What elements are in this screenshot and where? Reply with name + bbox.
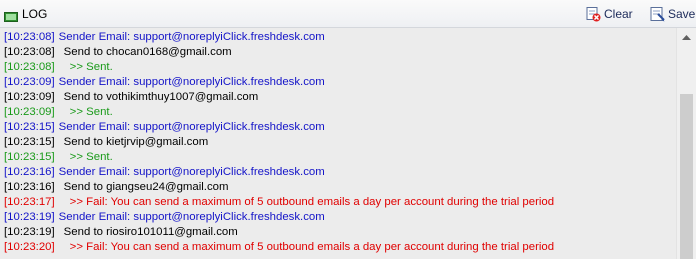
log-message: Send to kietjrvip@gmail.com: [63, 136, 209, 148]
log-timestamp: [10:23:15]: [4, 136, 55, 148]
save-icon: [649, 6, 665, 22]
log-line: [10:23:08] >> Sent.: [4, 60, 113, 75]
log-line: [10:23:20] >> Fail: You can send a maximu…: [4, 240, 554, 255]
log-message: >> Fail: You can send a maximum of 5 out…: [69, 241, 555, 253]
log-timestamp: [10:23:20]: [4, 241, 55, 253]
log-line: [10:23:09] >> Sent.: [4, 105, 113, 120]
clear-button[interactable]: Clear: [585, 5, 633, 23]
clear-button-label: Clear: [604, 7, 633, 21]
log-timestamp: [10:23:15]: [4, 151, 55, 163]
clear-icon: [585, 6, 601, 22]
log-timestamp: [10:23:09]: [4, 76, 55, 88]
log-timestamp: [10:23:19]: [4, 226, 55, 238]
scrollbar-thumb[interactable]: [680, 94, 693, 259]
log-message: Sender Email: support@noreplyiClick.fres…: [58, 211, 325, 223]
log-timestamp: [10:23:16]: [4, 181, 55, 193]
log-timestamp: [10:23:16]: [4, 166, 55, 178]
log-timestamp: [10:23:09]: [4, 91, 55, 103]
log-line: [10:23:19] Sender Email: support@noreplyi…: [4, 210, 325, 225]
log-timestamp: [10:23:08]: [4, 46, 55, 58]
save-button[interactable]: Save: [649, 5, 695, 23]
log-message: Sender Email: support@noreplyiClick.fres…: [58, 31, 325, 43]
log-line: [10:23:08] Send to chocan0168@gmail.com: [4, 45, 232, 60]
log-line: [10:23:17] >> Fail: You can send a maximu…: [4, 195, 554, 210]
log-line: [10:23:09] Sender Email: support@noreplyi…: [4, 75, 325, 90]
log-message: Sender Email: support@noreplyiClick.fres…: [58, 121, 325, 133]
log-output[interactable]: [10:23:08] Sender Email: support@noreplyi…: [0, 28, 676, 259]
log-icon: [4, 8, 18, 22]
log-timestamp: [10:23:17]: [4, 196, 55, 208]
log-line: [10:23:09] Send to vothikimthuy1007@gmail…: [4, 90, 258, 105]
log-title-text: LOG: [22, 7, 48, 21]
log-message: >> Sent.: [69, 151, 113, 163]
log-toolbar: LOG Clear Save: [0, 0, 696, 28]
log-timestamp: [10:23:08]: [4, 31, 55, 43]
log-timestamp: [10:23:19]: [4, 211, 55, 223]
log-message: Send to giangseu24@gmail.com: [63, 181, 229, 193]
log-line: [10:23:15] >> Sent.: [4, 150, 113, 165]
log-line: [10:23:08] Sender Email: support@noreplyi…: [4, 30, 325, 45]
log-message: Send to chocan0168@gmail.com: [63, 46, 232, 58]
log-message: Sender Email: support@noreplyiClick.fres…: [58, 76, 325, 88]
log-line: [10:23:16] Send to giangseu24@gmail.com: [4, 180, 228, 195]
log-message: Send to vothikimthuy1007@gmail.com: [63, 91, 259, 103]
log-message: Sender Email: support@noreplyiClick.fres…: [58, 166, 325, 178]
log-timestamp: [10:23:15]: [4, 121, 55, 133]
log-timestamp: [10:23:09]: [4, 106, 55, 118]
save-button-label: Save: [668, 7, 696, 21]
log-message: >> Fail: You can send a maximum of 5 out…: [69, 196, 555, 208]
log-message: >> Sent.: [69, 106, 113, 118]
log-line: [10:23:19] Send to riosiro101011@gmail.co…: [4, 225, 238, 240]
log-message: >> Sent.: [69, 61, 113, 73]
log-line: [10:23:16] Sender Email: support@noreplyi…: [4, 165, 325, 180]
log-timestamp: [10:23:08]: [4, 61, 55, 73]
log-message: Send to riosiro101011@gmail.com: [63, 226, 238, 238]
scroll-up-arrow-icon[interactable]: [677, 28, 696, 45]
vertical-scrollbar[interactable]: [676, 28, 696, 259]
log-title: LOG: [4, 6, 47, 22]
log-line: [10:23:15] Sender Email: support@noreplyi…: [4, 120, 325, 135]
log-line: [10:23:15] Send to kietjrvip@gmail.com: [4, 135, 208, 150]
